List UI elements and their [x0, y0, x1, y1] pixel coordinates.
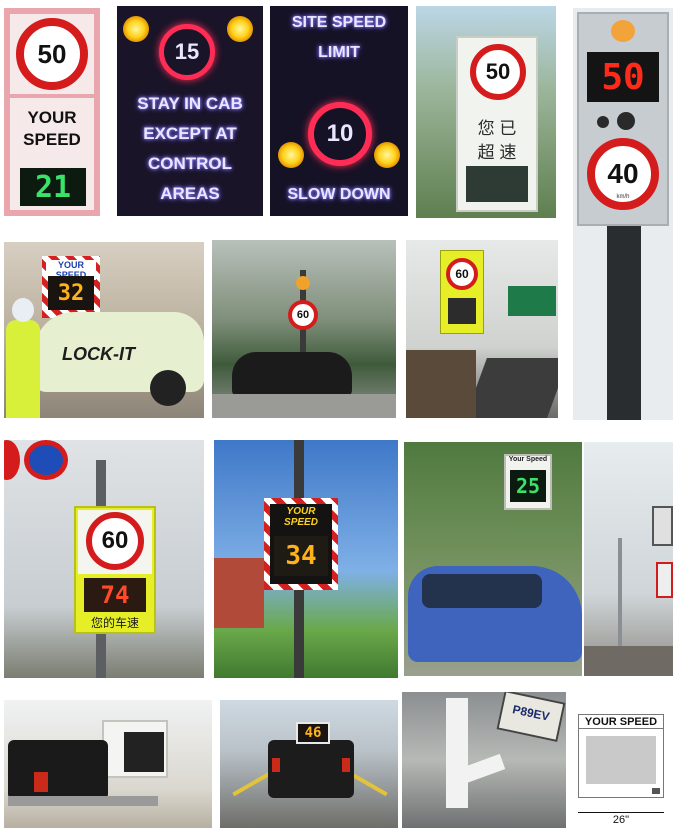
car-body [232, 352, 352, 398]
sign-indicator [652, 788, 660, 794]
speed-display: 46 [296, 722, 330, 744]
speed-limit-value: 50 [485, 59, 511, 84]
message-line-4: AREAS [160, 184, 220, 203]
speed-display-blank [466, 166, 528, 202]
sign-partial-lower [656, 562, 673, 598]
photo-license-plate-mount: P89EV [402, 692, 566, 828]
chinese-text-line-2: 超 速 [477, 143, 517, 162]
speed-display: 74 [84, 578, 146, 612]
speed-display-value: 46 [304, 725, 322, 741]
speed-limit-value: 40 [607, 158, 639, 189]
message-footer: SLOW DOWN [287, 186, 391, 203]
truck-taillight-right [342, 758, 350, 772]
photo-checkered-sign-your-speed: YOUR SPEED 34 [214, 440, 398, 678]
highway-guide-sign [508, 286, 556, 316]
speed-display-value: 25 [515, 474, 541, 498]
amber-beacon [296, 276, 310, 290]
speed-limit-value: 60 [296, 309, 310, 321]
message-line-1: STAY IN CAB [137, 94, 243, 113]
speed-limit-circle: 60 [446, 258, 478, 290]
house [214, 558, 264, 628]
photo-neon-sign-stay-in-cab: 15 STAY IN CAB EXCEPT AT CONTROL AREAS [117, 6, 263, 216]
speed-limit-circle: 10 [308, 102, 372, 166]
dimension-label: 26" [612, 814, 630, 826]
speed-display: 25 [510, 470, 546, 502]
sensor-dot-left [597, 116, 609, 128]
speed-display-blank [448, 298, 476, 324]
speed-limit-value: 10 [326, 120, 354, 147]
speed-limit-circle: 15 [159, 24, 215, 80]
flashing-beacon-left [123, 16, 149, 42]
speed-limit-value: 60 [455, 267, 469, 281]
unit-label: km/h [616, 194, 630, 200]
photo-yellow-sign-60-highway: 60 [406, 240, 558, 418]
photo-neon-sign-site-speed-limit: SITE SPEED LIMIT 10 SLOW DOWN [270, 6, 408, 216]
no-entry-sign [4, 440, 20, 480]
photo-pole-sign-40: 50 40 km/h [573, 8, 673, 420]
sign-pole [607, 226, 641, 420]
your-speed-label-2: SPEED [23, 130, 81, 149]
no-parking-sign [24, 440, 68, 480]
speed-limit-circle: 50 [16, 18, 88, 90]
speed-display: 21 [20, 168, 86, 206]
mount-bracket [446, 698, 468, 808]
photo-speed-sign-your-speed-pink: 50 YOUR SPEED 21 [4, 8, 100, 216]
speed-display: 50 [587, 52, 659, 102]
speed-display-value: 21 [34, 169, 72, 205]
truck-taillight [34, 772, 48, 792]
amber-beacon [611, 20, 635, 42]
message-line-2: LIMIT [318, 44, 360, 61]
photo-roadside-sign-60-with-car: 60 [212, 240, 396, 418]
speed-display-value: 34 [285, 541, 317, 571]
photo-roadside-sign-chinese-50: 50 您 已 超 速 [416, 6, 556, 218]
dimension-arrow [578, 812, 664, 813]
truck-taillight-left [272, 758, 280, 772]
road [584, 646, 673, 676]
photo-pickup-truck-sign [4, 700, 212, 828]
speed-limit-value: 50 [37, 38, 67, 69]
chinese-text-line-1: 您 已 [477, 119, 517, 138]
speed-limit-circle: 50 [470, 44, 526, 100]
sign-screen [124, 732, 164, 772]
speed-limit-value: 15 [174, 39, 200, 64]
truck-bumper [8, 796, 158, 806]
speed-display: 34 [274, 536, 328, 576]
sign-header: YOUR SPEED [578, 716, 664, 729]
car-wheel-front [150, 370, 186, 406]
photo-truck-rear-sign: 46 [220, 700, 398, 828]
truck-body [8, 740, 108, 800]
sign-header: Your Speed [508, 456, 548, 463]
photo-highway-overcast [584, 442, 673, 676]
speed-display: 32 [48, 276, 94, 310]
photo-trailer-sign-with-car: YOUR SPEED 32 LOCK-IT [4, 242, 204, 418]
photo-roadside-sign-25-blue-car: Your Speed 25 [404, 442, 582, 676]
your-speed-label-1: YOUR [27, 108, 77, 127]
road [465, 358, 558, 418]
flashing-beacon-right [374, 142, 400, 168]
person-officer [6, 320, 40, 418]
chinese-caption: 您的车速 [90, 616, 139, 630]
message-line-1: SITE SPEED [291, 14, 387, 31]
speed-display-value: 74 [100, 581, 130, 609]
sign-screen [586, 736, 656, 784]
road [212, 394, 396, 418]
speed-display-value: 50 [601, 56, 645, 98]
message-line-3: CONTROL [147, 154, 233, 173]
photo-pole-sign-60-chinese: 60 74 您的车速 [4, 440, 204, 678]
person-head [12, 298, 34, 322]
speed-limit-circle: 60 [86, 512, 144, 570]
sensor-dot-right [617, 112, 635, 130]
message-line-2: EXCEPT AT [143, 124, 237, 143]
product-illustration-your-speed: YOUR SPEED 26" [574, 708, 670, 829]
flashing-beacon-left [278, 142, 304, 168]
car-windows [422, 574, 542, 608]
flashing-beacon-right [227, 16, 253, 42]
roadside-bushes [406, 350, 476, 418]
sign-partial [652, 506, 673, 546]
speed-display-value: 32 [57, 280, 85, 306]
car-decal-text: LOCK-IT [62, 344, 135, 364]
speed-limit-circle: 60 [288, 300, 318, 330]
sign-header: YOUR SPEED [284, 506, 318, 528]
speed-limit-value: 60 [101, 527, 129, 554]
